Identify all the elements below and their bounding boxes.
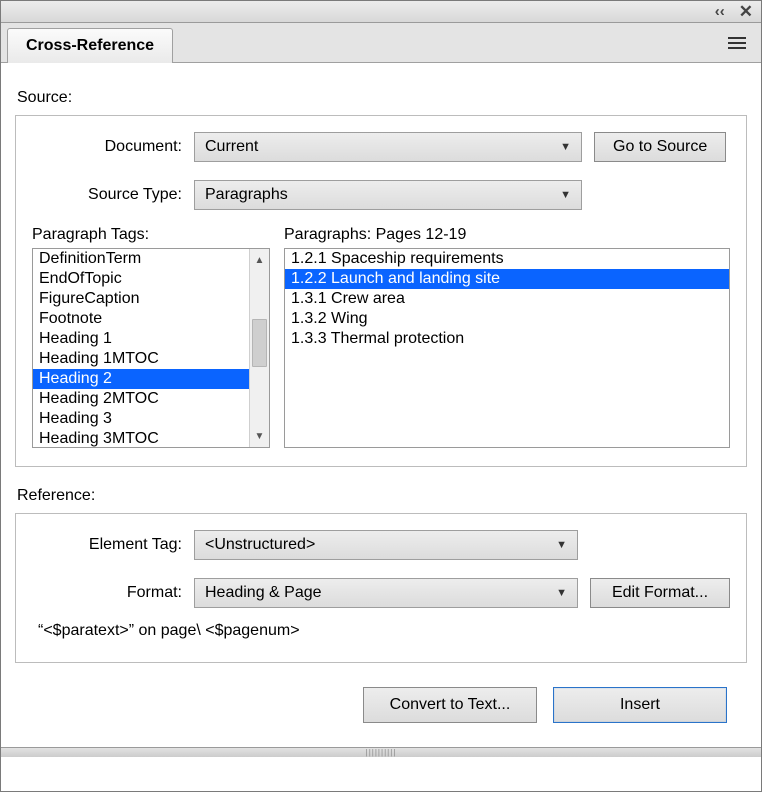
element-tag-combo[interactable]: <Unstructured> ▼ — [194, 530, 578, 560]
source-type-label: Source Type: — [32, 186, 182, 204]
document-label: Document: — [32, 138, 182, 156]
reference-section-label: Reference: — [17, 487, 747, 505]
chevron-down-icon: ▼ — [556, 587, 567, 599]
chevron-down-icon: ▼ — [556, 539, 567, 551]
list-item[interactable]: EndOfTopic — [33, 269, 249, 289]
list-item[interactable]: Heading 1MTOC — [33, 349, 249, 369]
go-to-source-button[interactable]: Go to Source — [594, 132, 726, 162]
collapse-icon[interactable]: ‹‹ — [715, 4, 725, 19]
element-tag-label: Element Tag: — [32, 536, 182, 554]
format-definition-text: “<$paratext>” on page\ <$pagenum> — [38, 622, 726, 640]
insert-button[interactable]: Insert — [553, 687, 727, 723]
format-combo-value: Heading & Page — [205, 584, 322, 602]
list-item[interactable]: Heading 2 — [33, 369, 249, 389]
scrollbar[interactable]: ▲ ▼ — [249, 249, 269, 447]
list-item[interactable]: Heading 3MTOC — [33, 429, 249, 447]
element-tag-combo-value: <Unstructured> — [205, 536, 315, 554]
titlebar: ‹‹ ✕ — [1, 1, 761, 23]
paragraphs-listbox[interactable]: 1.2.1 Spaceship requirements1.2.2 Launch… — [284, 248, 730, 448]
resize-grip[interactable]: |||||||||| — [1, 747, 761, 757]
paragraphs-label: Paragraphs: Pages 12-19 — [284, 226, 730, 244]
format-combo[interactable]: Heading & Page ▼ — [194, 578, 578, 608]
scroll-down-icon[interactable]: ▼ — [250, 425, 269, 447]
list-item[interactable]: 1.2.1 Spaceship requirements — [285, 249, 729, 269]
list-item[interactable]: 1.3.3 Thermal protection — [285, 329, 729, 349]
list-item[interactable]: DefinitionTerm — [33, 249, 249, 269]
close-icon[interactable]: ✕ — [739, 3, 753, 20]
list-item[interactable]: Heading 2MTOC — [33, 389, 249, 409]
convert-to-text-label: Convert to Text... — [390, 696, 511, 714]
reference-group: Element Tag: <Unstructured> ▼ Format: He… — [15, 513, 747, 663]
dialog-footer: Convert to Text... Insert — [15, 663, 747, 733]
chevron-down-icon: ▼ — [560, 189, 571, 201]
edit-format-button[interactable]: Edit Format... — [590, 578, 730, 608]
format-label: Format: — [32, 584, 182, 602]
scroll-thumb[interactable] — [252, 319, 267, 367]
tab-label: Cross-Reference — [26, 37, 154, 55]
list-item[interactable]: 1.2.2 Launch and landing site — [285, 269, 729, 289]
convert-to-text-button[interactable]: Convert to Text... — [363, 687, 537, 723]
paragraph-tags-listbox[interactable]: DefinitionTermEndOfTopicFigureCaptionFoo… — [32, 248, 270, 448]
list-item[interactable]: 1.3.2 Wing — [285, 309, 729, 329]
chevron-down-icon: ▼ — [560, 141, 571, 153]
document-combo[interactable]: Current ▼ — [194, 132, 582, 162]
edit-format-label: Edit Format... — [612, 584, 708, 602]
list-item[interactable]: Heading 1 — [33, 329, 249, 349]
list-item[interactable]: FigureCaption — [33, 289, 249, 309]
source-section-label: Source: — [17, 89, 747, 107]
source-group: Document: Current ▼ Go to Source Source … — [15, 115, 747, 467]
tabbar: Cross-Reference — [1, 23, 761, 63]
panel-menu-icon[interactable] — [727, 23, 761, 62]
document-combo-value: Current — [205, 138, 258, 156]
source-type-combo[interactable]: Paragraphs ▼ — [194, 180, 582, 210]
tab-cross-reference[interactable]: Cross-Reference — [7, 28, 173, 63]
scroll-up-icon[interactable]: ▲ — [250, 249, 269, 271]
dialog-content: Source: Document: Current ▼ Go to Source… — [1, 63, 761, 747]
insert-label: Insert — [620, 696, 660, 714]
list-item[interactable]: Footnote — [33, 309, 249, 329]
list-item[interactable]: Heading 3 — [33, 409, 249, 429]
source-type-combo-value: Paragraphs — [205, 186, 288, 204]
scroll-track[interactable] — [250, 271, 269, 425]
go-to-source-label: Go to Source — [613, 138, 707, 156]
list-item[interactable]: 1.3.1 Crew area — [285, 289, 729, 309]
paragraph-tags-label: Paragraph Tags: — [32, 226, 270, 244]
